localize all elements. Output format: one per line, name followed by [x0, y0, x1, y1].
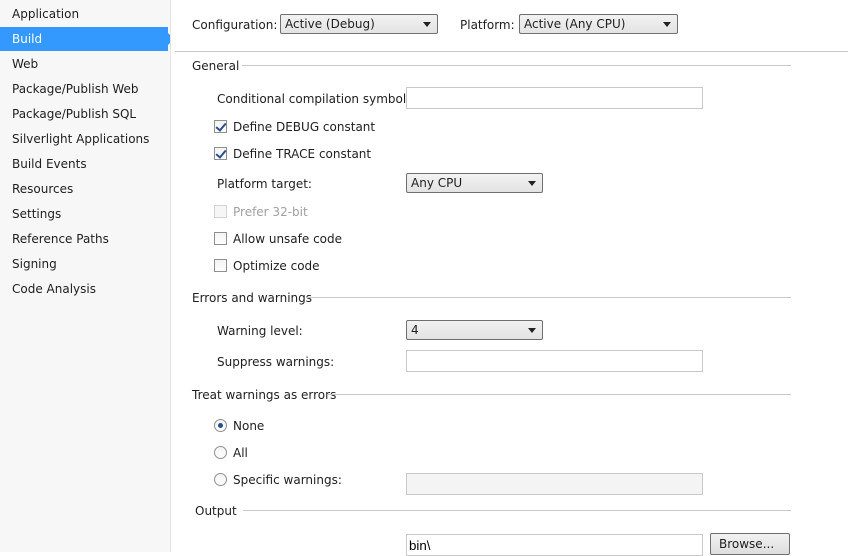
- define-debug-label: Define DEBUG constant: [233, 120, 376, 134]
- configuration-label: Configuration:: [192, 18, 278, 32]
- platform-value: Active (Any CPU): [524, 17, 626, 31]
- warning-level-value: 4: [411, 323, 419, 337]
- sidebar-item-package-publish-sql[interactable]: Package/Publish SQL: [0, 102, 170, 126]
- platform-target-label: Platform target:: [217, 177, 312, 191]
- chevron-down-icon: [528, 328, 536, 333]
- output-section-title: Output: [195, 504, 237, 518]
- sidebar-item-application[interactable]: Application: [0, 2, 170, 26]
- platform-target-dropdown[interactable]: Any CPU: [406, 173, 543, 193]
- sidebar-item-silverlight-applications[interactable]: Silverlight Applications: [0, 127, 170, 151]
- sidebar-item-package-publish-web[interactable]: Package/Publish Web: [0, 77, 170, 101]
- general-section-line: [242, 65, 791, 66]
- sidebar-item-web[interactable]: Web: [0, 52, 170, 76]
- header-divider: [175, 51, 848, 52]
- sidebar-item-build-events[interactable]: Build Events: [0, 152, 170, 176]
- platform-target-value: Any CPU: [411, 176, 463, 190]
- sidebar-item-reference-paths[interactable]: Reference Paths: [0, 227, 170, 251]
- sidebar-item-code-analysis[interactable]: Code Analysis: [0, 277, 170, 301]
- sidebar-item-signing[interactable]: Signing: [0, 252, 170, 276]
- sidebar-item-settings[interactable]: Settings: [0, 202, 170, 226]
- conditional-symbols-label: Conditional compilation symbols:: [217, 92, 417, 106]
- treat-all-label: All: [233, 446, 248, 460]
- configuration-dropdown[interactable]: Active (Debug): [280, 14, 438, 34]
- sidebar-item-resources[interactable]: Resources: [0, 177, 170, 201]
- general-section-title: General: [192, 59, 240, 73]
- conditional-symbols-input[interactable]: [406, 87, 703, 109]
- optimize-code-label: Optimize code: [233, 259, 320, 273]
- build-properties-pane: [170, 0, 848, 552]
- sidebar: Application Build Web Package/Publish We…: [0, 0, 174, 552]
- treat-all-radio[interactable]: [214, 446, 227, 459]
- suppress-warnings-input[interactable]: [406, 350, 703, 372]
- define-trace-checkbox[interactable]: [214, 147, 227, 160]
- warning-level-label: Warning level:: [217, 324, 303, 338]
- chevron-down-icon: [423, 22, 431, 27]
- prefer-32bit-checkbox: [214, 205, 227, 218]
- allow-unsafe-label: Allow unsafe code: [233, 232, 343, 246]
- errors-section-title: Errors and warnings: [192, 291, 313, 305]
- treat-specific-radio[interactable]: [214, 473, 227, 486]
- suppress-warnings-label: Suppress warnings:: [217, 355, 335, 369]
- treat-warnings-section-title: Treat warnings as errors: [192, 388, 337, 402]
- platform-dropdown[interactable]: Active (Any CPU): [519, 14, 678, 34]
- specific-warnings-input: [406, 473, 703, 495]
- optimize-code-checkbox[interactable]: [214, 259, 227, 272]
- output-section-line: [243, 510, 791, 511]
- prefer-32bit-label: Prefer 32-bit: [233, 205, 308, 219]
- treat-none-radio[interactable]: [214, 419, 227, 432]
- treat-warnings-section-line: [327, 394, 791, 395]
- treat-none-label: None: [233, 419, 265, 433]
- platform-label: Platform:: [460, 18, 515, 32]
- allow-unsafe-checkbox[interactable]: [214, 232, 227, 245]
- errors-section-line: [306, 297, 791, 298]
- chevron-down-icon: [528, 181, 536, 186]
- define-trace-label: Define TRACE constant: [233, 147, 372, 161]
- output-path-input[interactable]: [406, 534, 703, 556]
- warning-level-dropdown[interactable]: 4: [406, 320, 543, 340]
- define-debug-checkbox[interactable]: [214, 120, 227, 133]
- chevron-down-icon: [663, 22, 671, 27]
- treat-specific-label: Specific warnings:: [233, 473, 342, 487]
- configuration-value: Active (Debug): [285, 17, 375, 31]
- sidebar-item-build[interactable]: Build: [0, 27, 174, 51]
